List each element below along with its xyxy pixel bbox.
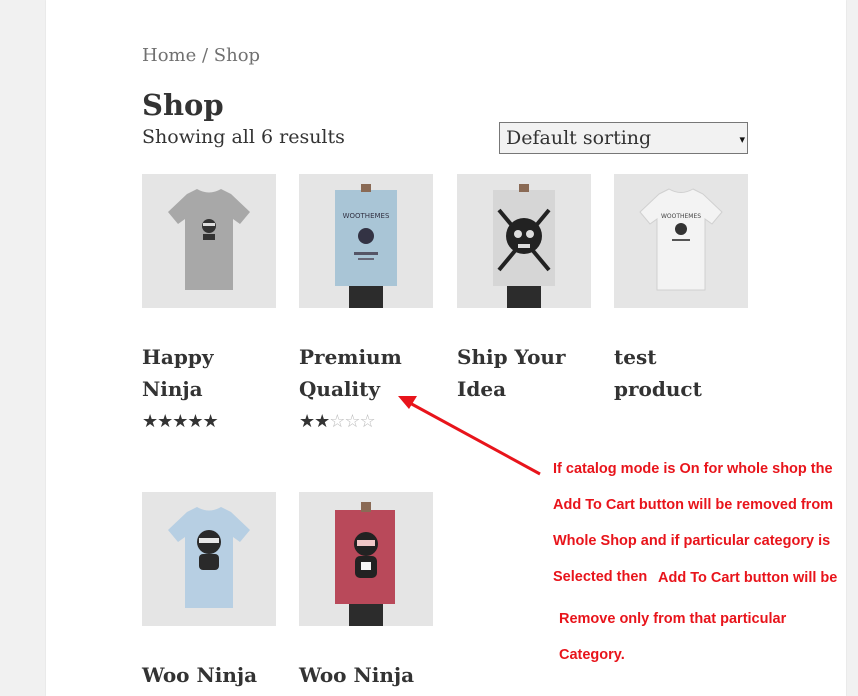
- annotation-line-3: Whole Shop and if particular category is: [553, 533, 831, 549]
- annotation-arrow-icon: [398, 396, 541, 476]
- annotation-line-1: If catalog mode is On for whole shop the: [553, 461, 833, 477]
- annotation-line-4: Selected then: [553, 569, 648, 585]
- annotation-line-2: Add To Cart button will be removed from: [553, 497, 834, 513]
- annotation-line-7: Category.: [559, 647, 625, 663]
- annotation-line-5: Add To Cart button will be: [658, 570, 838, 586]
- annotation-line-6: Remove only from that particular: [559, 611, 787, 627]
